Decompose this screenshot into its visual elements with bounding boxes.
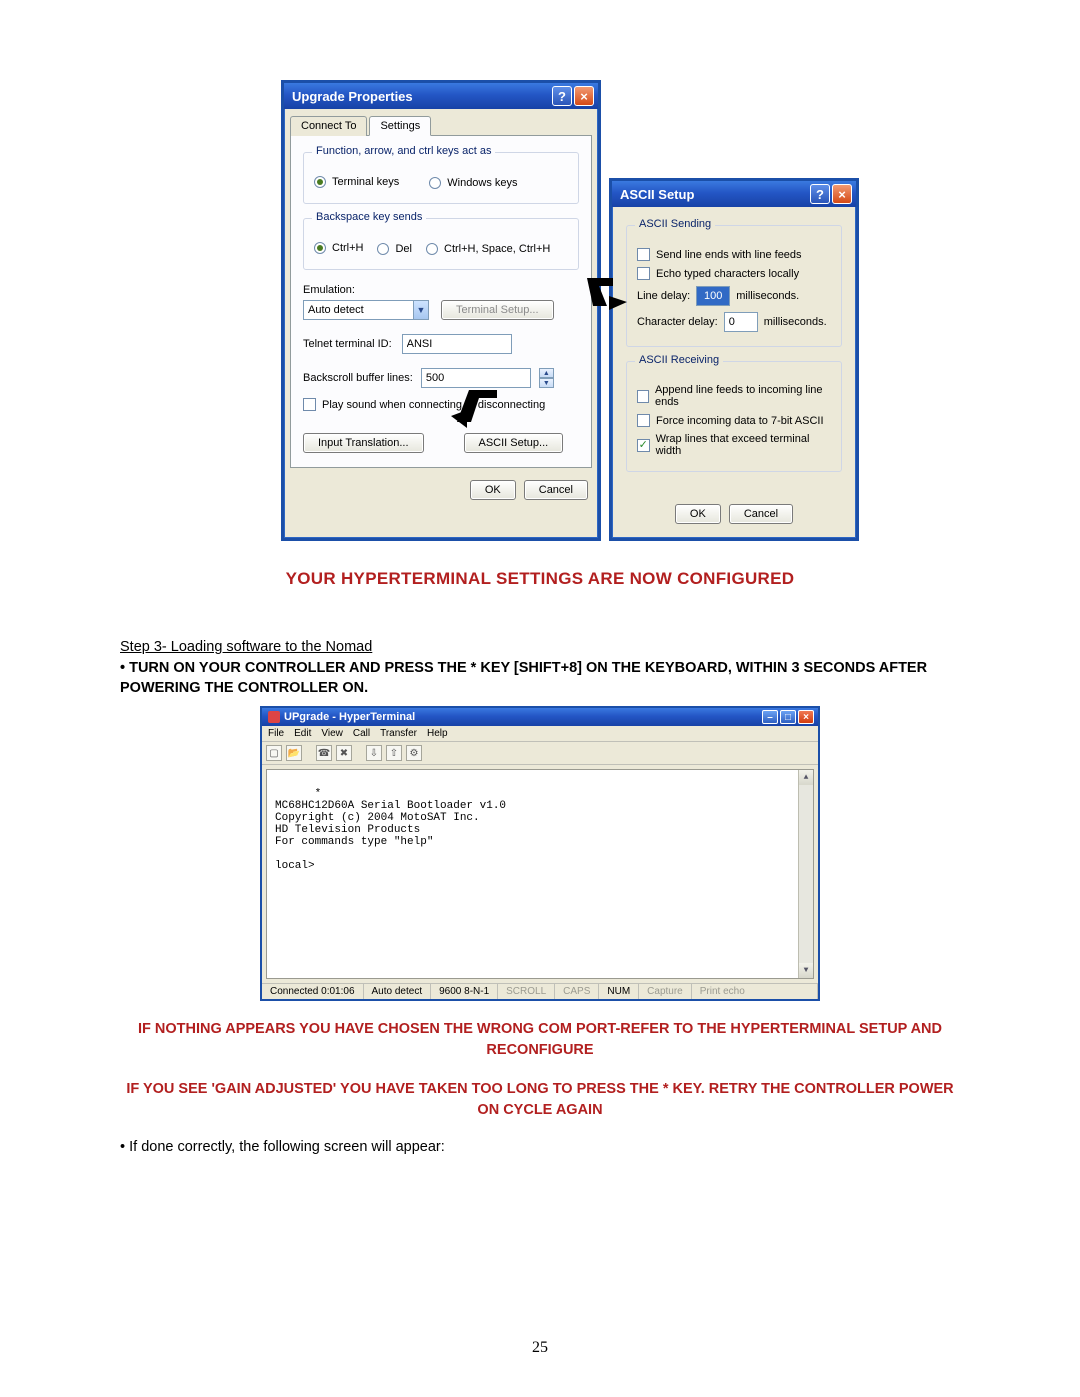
upgrade-title: Upgrade Properties [292,89,413,104]
app-icon [268,711,280,723]
ht-titlebar: UPgrade - HyperTerminal – □ × [262,708,818,726]
disconnect-icon[interactable]: ✖ [336,745,352,761]
menu-file[interactable]: File [268,728,284,739]
upgrade-properties-dialog: Upgrade Properties ? × Connect To Settin… [281,80,601,541]
ht-toolbar: ▢ 📂 ☎ ✖ ⇩ ⇧ ⚙ [262,742,818,765]
menu-edit[interactable]: Edit [294,728,311,739]
tab-settings[interactable]: Settings [369,116,431,136]
char-delay-label: Character delay: [637,316,718,328]
chevron-up-icon[interactable]: ▲ [539,368,554,378]
scrollbar[interactable]: ▲ ▼ [798,770,813,978]
status-caps: CAPS [555,984,599,999]
terminal-output: * MC68HC12D60A Serial Bootloader v1.0 Co… [266,769,814,979]
terminal-setup-button[interactable]: Terminal Setup... [441,300,554,320]
warning-gain-adjusted: IF YOU SEE 'GAIN ADJUSTED' YOU HAVE TAKE… [120,1079,960,1121]
close-icon[interactable]: × [798,710,814,724]
cancel-button[interactable]: Cancel [729,504,793,524]
status-rate: 9600 8-N-1 [431,984,498,999]
echo-local-checkbox[interactable]: Echo typed characters locally [637,267,831,280]
status-scroll: SCROLL [498,984,555,999]
radio-del[interactable]: Del [377,243,412,255]
emulation-select[interactable]: ▼ [303,300,429,320]
cancel-button[interactable]: Cancel [524,480,588,500]
group-function-keys-legend: Function, arrow, and ctrl keys act as [312,145,495,157]
ok-button[interactable]: OK [675,504,721,524]
input-translation-button[interactable]: Input Translation... [303,433,424,453]
group-backspace-legend: Backspace key sends [312,211,426,223]
ascii-sending-legend: ASCII Sending [635,218,715,230]
instruction-turn-on: • TURN ON YOUR CONTROLLER AND PRESS THE … [120,659,960,698]
line-delay-input[interactable] [696,286,730,306]
check-icon: ✓ [639,440,648,451]
done-correctly-text: • If done correctly, the following scree… [120,1139,960,1155]
backscroll-input[interactable] [421,368,531,388]
ascii-title: ASCII Setup [620,187,694,202]
backscroll-label: Backscroll buffer lines: [303,372,413,384]
help-icon[interactable]: ? [810,184,830,204]
status-capture: Capture [639,984,692,999]
wrap-lines-checkbox[interactable]: ✓ Wrap lines that exceed terminal width [637,433,831,457]
status-connected: Connected 0:01:06 [262,984,364,999]
headline-configured: YOUR HYPERTERMINAL SETTINGS ARE NOW CONF… [120,569,960,589]
open-icon[interactable]: 📂 [286,745,302,761]
warning-wrong-com-port: IF NOTHING APPEARS YOU HAVE CHOSEN THE W… [120,1019,960,1061]
call-icon[interactable]: ☎ [316,745,332,761]
ok-button[interactable]: OK [470,480,516,500]
radio-ctrl-h-space[interactable]: Ctrl+H, Space, Ctrl+H [426,243,550,255]
emulation-value[interactable] [303,300,413,320]
ht-title-text: UPgrade - HyperTerminal [284,711,415,723]
maximize-icon[interactable]: □ [780,710,796,724]
force-7bit-checkbox[interactable]: Force incoming data to 7-bit ASCII [637,414,831,427]
step3-heading: Step 3- Loading software to the Nomad [120,639,960,655]
send-line-ends-checkbox[interactable]: Send line ends with line feeds [637,248,831,261]
chevron-down-icon[interactable]: ▼ [799,963,813,978]
backscroll-spinner[interactable]: ▲ ▼ [539,368,554,388]
chevron-down-icon[interactable]: ▼ [413,300,429,320]
ascii-receiving-legend: ASCII Receiving [635,354,723,366]
radio-windows-keys[interactable]: Windows keys [429,177,517,189]
send-icon[interactable]: ⇩ [366,745,382,761]
minimize-icon[interactable]: – [762,710,778,724]
radio-ctrl-h[interactable]: Ctrl+H [314,241,363,255]
menu-transfer[interactable]: Transfer [380,728,417,739]
menu-help[interactable]: Help [427,728,448,739]
radio-terminal-keys[interactable]: Terminal keys [314,175,399,189]
status-num: NUM [599,984,639,999]
menu-call[interactable]: Call [353,728,370,739]
char-delay-input[interactable] [724,312,758,332]
upgrade-titlebar: Upgrade Properties ? × [284,83,598,109]
receive-icon[interactable]: ⇧ [386,745,402,761]
help-icon[interactable]: ? [552,86,572,106]
page-number: 25 [0,1339,1080,1357]
telnet-terminal-id-input[interactable] [402,334,512,354]
ascii-setup-dialog: ASCII Setup ? × ASCII Sending Send line … [609,178,859,541]
chevron-up-icon[interactable]: ▲ [799,770,813,785]
close-icon[interactable]: × [574,86,594,106]
status-detect: Auto detect [364,984,432,999]
ht-statusbar: Connected 0:01:06 Auto detect 9600 8-N-1… [262,983,818,999]
chevron-down-icon[interactable]: ▼ [539,378,554,388]
status-echo: Print echo [692,984,818,999]
telnet-label: Telnet terminal ID: [303,338,392,350]
play-sound-checkbox[interactable]: Play sound when connecting or disconnect… [303,398,579,411]
emulation-label: Emulation: [303,284,579,296]
tab-connect-to[interactable]: Connect To [290,116,367,136]
properties-icon[interactable]: ⚙ [406,745,422,761]
close-icon[interactable]: × [832,184,852,204]
new-icon[interactable]: ▢ [266,745,282,761]
append-lf-checkbox[interactable]: Append line feeds to incoming line ends [637,384,831,408]
line-delay-label: Line delay: [637,290,690,302]
ht-menubar: File Edit View Call Transfer Help [262,726,818,742]
menu-view[interactable]: View [321,728,343,739]
hyperterminal-window: UPgrade - HyperTerminal – □ × File Edit … [260,706,820,1001]
ascii-titlebar: ASCII Setup ? × [612,181,856,207]
ascii-setup-button[interactable]: ASCII Setup... [464,433,564,453]
